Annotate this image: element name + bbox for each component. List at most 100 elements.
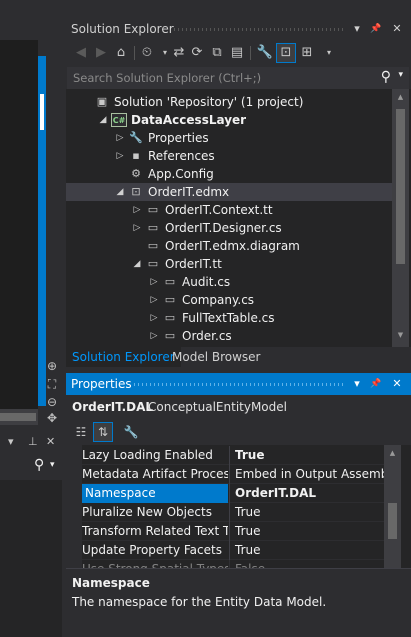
window-position-dropdown-icon[interactable]: ▾	[350, 376, 364, 392]
tree-item[interactable]: ▷ ▭ OrderIT.Context.tt	[66, 201, 392, 219]
fit-to-window-icon[interactable]: ⛶	[44, 376, 60, 392]
cs-file-icon: ▭	[164, 329, 176, 342]
categorized-icon[interactable]: ☷	[72, 423, 90, 441]
tree-item[interactable]: ▷ ▭ FullTextTable.cs	[66, 309, 392, 327]
toolbar-overflow-icon[interactable]: ▾	[320, 44, 338, 62]
property-pages-wrench-icon[interactable]: 🔧	[122, 423, 140, 441]
solution-explorer-toolbar: ◀ ▶ ⌂ ⏲ ▾ ⇄ ⟳ ⧉ ▤ 🔧 ⊡ ⊞ ▾	[66, 40, 411, 66]
horizontal-scroll-thumb[interactable]	[0, 413, 36, 421]
tree-item[interactable]: ▭ OrderIT.edmx.diagram	[66, 237, 392, 255]
tree-item-label: OrderIT.edmx.diagram	[165, 239, 300, 253]
property-row[interactable]: Metadata Artifact ProcessinEmbed in Outp…	[66, 465, 384, 484]
search-icon[interactable]: ⚲	[381, 69, 391, 85]
tree-item-label: Order.cs	[182, 329, 232, 343]
expand-arrow-icon[interactable]: ▷	[148, 309, 160, 327]
collapse-arrow-icon[interactable]: ◢	[131, 255, 143, 273]
zoom-out-icon[interactable]: ⊖	[44, 394, 60, 410]
tab-solution-explorer[interactable]: Solution Explorer	[66, 347, 181, 367]
wrench-icon: 🔧	[129, 131, 143, 144]
description-title: Namespace	[72, 576, 150, 590]
cs-file-icon: ▭	[147, 221, 159, 234]
property-row[interactable]: Namespace OrderIT.DAL	[66, 484, 384, 503]
object-type: ConceptualEntityModel	[148, 400, 287, 414]
property-row[interactable]: Pluralize New Objects True	[66, 503, 384, 522]
property-value[interactable]: True	[229, 541, 384, 560]
pan-icon[interactable]: ✥	[44, 410, 60, 426]
expand-arrow-icon[interactable]: ▷	[148, 291, 160, 309]
editor-surface[interactable]	[0, 40, 38, 425]
tree-item[interactable]: ▣ Solution 'Repository' (1 project)	[66, 93, 392, 111]
solution-tree-scrollbar[interactable]: ▲ ▼	[392, 89, 409, 347]
property-value[interactable]: True	[229, 503, 384, 522]
object-name: OrderIT.DAL	[72, 400, 154, 414]
property-value[interactable]: True	[229, 446, 384, 465]
tab-model-browser[interactable]: Model Browser	[166, 347, 266, 367]
property-row[interactable]: Update Property Facets True	[66, 541, 384, 560]
tree-item[interactable]: ◢ C# DataAccessLayer	[66, 111, 392, 129]
expand-arrow-icon[interactable]: ▷	[114, 147, 126, 165]
auto-hide-pin-icon[interactable]: 📌	[369, 21, 383, 37]
window-position-dropdown-icon[interactable]: ▾	[350, 21, 364, 37]
left-search-dropdown-icon[interactable]: ▾	[50, 460, 55, 470]
scroll-thumb[interactable]	[388, 503, 397, 539]
left-panel-pin-icon[interactable]: ⊥	[28, 435, 38, 448]
property-value[interactable]: False	[229, 560, 384, 568]
scroll-thumb[interactable]	[396, 109, 405, 264]
property-grid-scrollbar[interactable]: ▲	[384, 445, 401, 568]
preview-selected-items-icon[interactable]: ⊡	[276, 43, 296, 63]
expand-arrow-icon[interactable]: ▷	[148, 327, 160, 345]
object-selector[interactable]: OrderIT.DAL ConceptualEntityModel	[66, 396, 411, 418]
forward-icon[interactable]: ▶	[92, 44, 110, 62]
property-value[interactable]: Embed in Output Assembly	[229, 465, 384, 484]
expand-arrow-icon[interactable]: ▷	[114, 129, 126, 147]
zoom-in-icon[interactable]: ⊕	[44, 358, 60, 374]
tree-item[interactable]: ▷ ▭ Company.cs	[66, 291, 392, 309]
tree-item[interactable]: ⚙ App.Config	[66, 165, 392, 183]
left-panel-search[interactable]: ⚲ ▾	[0, 454, 62, 478]
left-panel-menu-icon[interactable]: ▾	[8, 435, 14, 448]
tree-item[interactable]: ◢ ⊡ OrderIT.edmx	[66, 183, 392, 201]
pending-changes-filter-icon[interactable]: ⏲	[138, 44, 156, 62]
tree-item[interactable]: ▷ ▭ Order.cs	[66, 327, 392, 345]
tree-item[interactable]: ▷ ▭ OrderIT.Designer.cs	[66, 219, 392, 237]
expand-arrow-icon[interactable]: ▷	[131, 219, 143, 237]
tree-item[interactable]: ▷ 🔧 Properties	[66, 129, 392, 147]
sync-with-active-document-icon[interactable]: ⇄	[170, 44, 188, 62]
property-value[interactable]: True	[229, 522, 384, 541]
alphabetical-sort-icon[interactable]: ⇅	[93, 422, 113, 442]
tree-item[interactable]: ◢ ▭ OrderIT.tt	[66, 255, 392, 273]
scroll-up-icon[interactable]: ▲	[384, 449, 401, 457]
class-diagram-icon[interactable]: ⊞	[298, 44, 316, 62]
collapse-arrow-icon[interactable]: ◢	[114, 183, 126, 201]
auto-hide-pin-icon[interactable]: 📌	[369, 376, 383, 392]
search-options-dropdown-icon[interactable]: ▾	[398, 70, 403, 80]
property-row[interactable]: Use Strong Spatial TypesFalse	[66, 560, 384, 568]
property-value[interactable]: OrderIT.DAL	[229, 484, 384, 503]
close-icon[interactable]: ✕	[390, 21, 404, 37]
horizontal-scrollbar[interactable]	[0, 409, 38, 425]
close-icon[interactable]: ✕	[390, 376, 404, 392]
back-icon[interactable]: ◀	[72, 44, 90, 62]
collapse-arrow-icon[interactable]: ◢	[97, 111, 109, 129]
expand-arrow-icon[interactable]: ▷	[131, 201, 143, 219]
scrollbar-position-marker[interactable]	[40, 94, 44, 130]
show-all-files-icon[interactable]: ▤	[228, 44, 246, 62]
properties-wrench-icon[interactable]: 🔧	[256, 44, 274, 62]
home-icon[interactable]: ⌂	[112, 44, 130, 62]
property-row[interactable]: Lazy Loading Enabled True	[66, 446, 384, 465]
tree-item-label: DataAccessLayer	[131, 113, 247, 127]
tree-item[interactable]: ▷ ▭ Audit.cs	[66, 273, 392, 291]
property-name: Update Property Facets	[82, 543, 222, 557]
tree-item[interactable]: ▷ ▪ References	[66, 147, 392, 165]
refresh-icon[interactable]: ⟳	[188, 44, 206, 62]
expand-arrow-icon[interactable]: ▷	[148, 273, 160, 291]
solution-explorer-titlebar[interactable]: Solution Explorer ▾ 📌 ✕	[66, 18, 411, 40]
scroll-down-icon[interactable]: ▼	[392, 331, 409, 343]
collapse-all-icon[interactable]: ⧉	[208, 44, 226, 62]
left-panel-close-icon[interactable]: ✕	[46, 435, 55, 448]
solution-explorer-search[interactable]: Search Solution Explorer (Ctrl+;) ⚲ ▾	[67, 67, 409, 89]
scroll-up-icon[interactable]: ▲	[392, 93, 409, 105]
properties-titlebar[interactable]: Properties ▾ 📌 ✕	[66, 373, 411, 395]
left-search-icon[interactable]: ⚲	[34, 457, 44, 473]
property-row[interactable]: Transform Related Text Ter True	[66, 522, 384, 541]
